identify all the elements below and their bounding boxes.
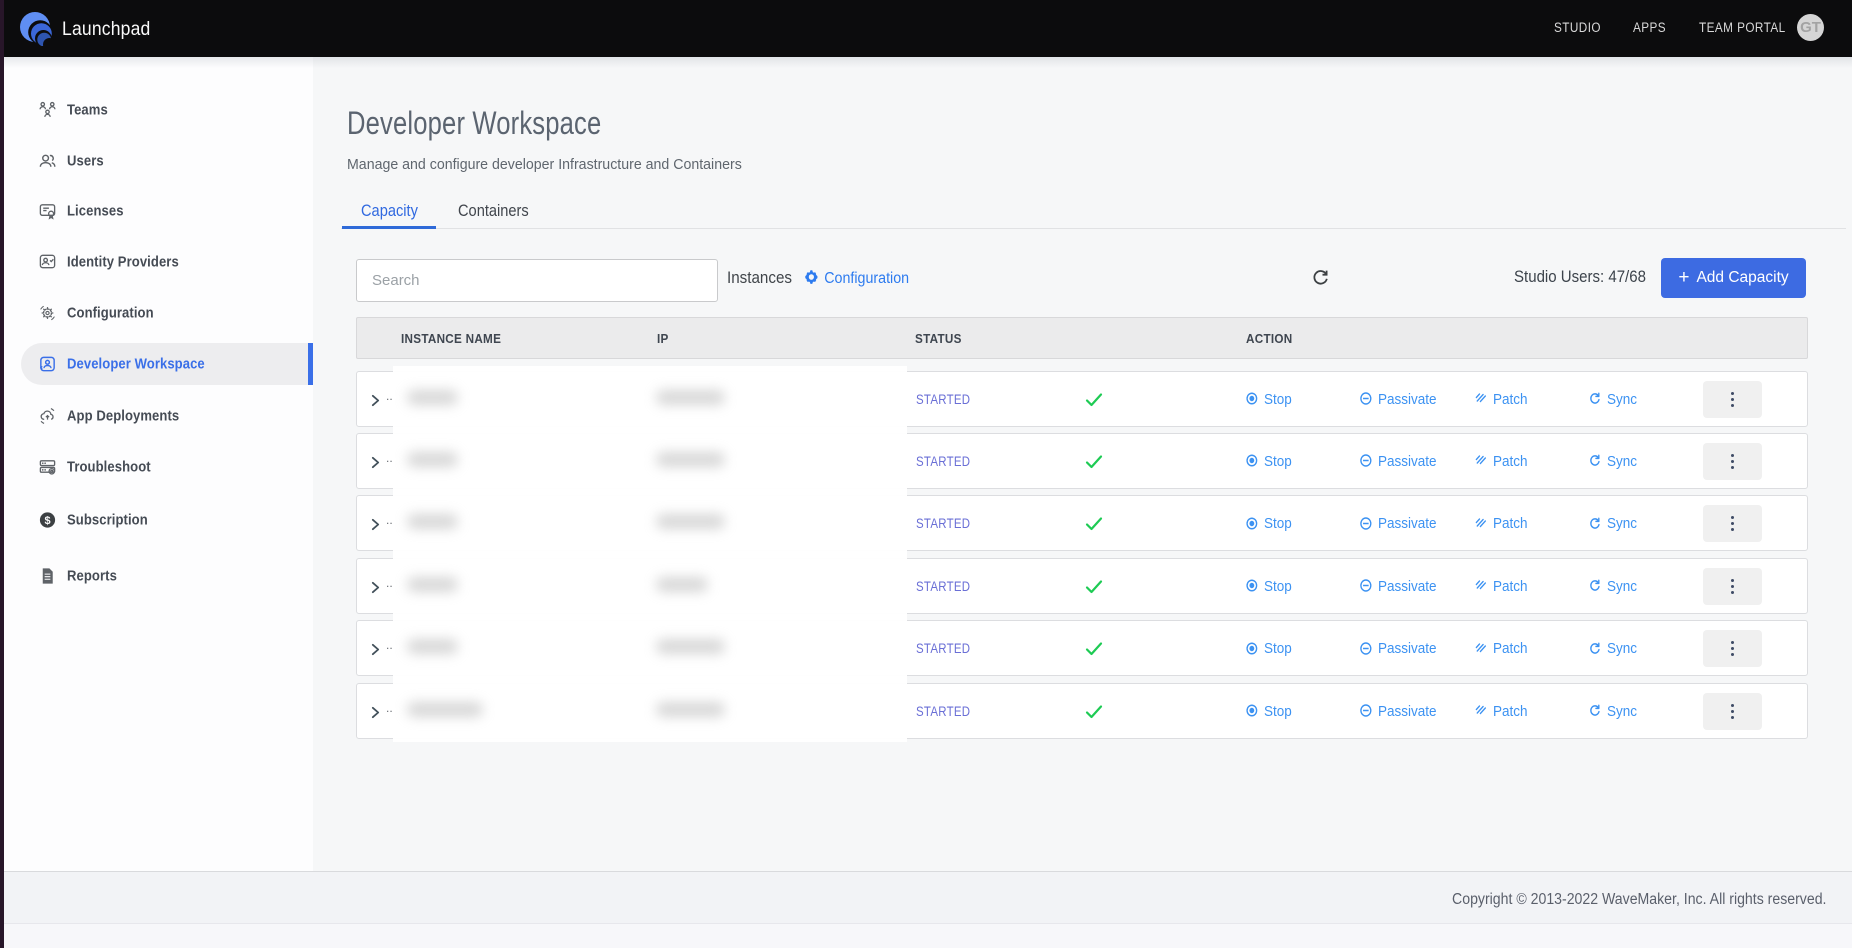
svg-text:$: $ [44,515,50,527]
